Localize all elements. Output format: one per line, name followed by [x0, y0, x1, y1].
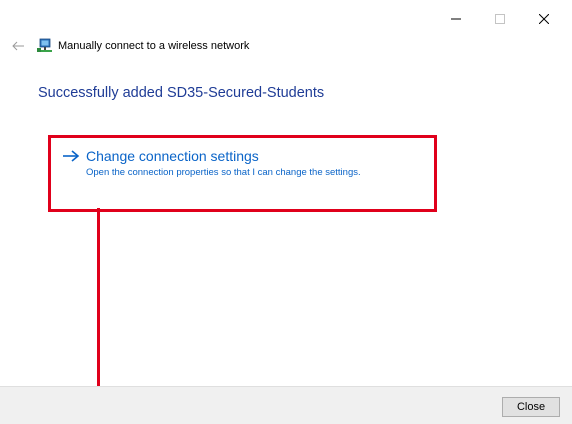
window-title: Manually connect to a wireless network	[58, 40, 250, 52]
footer-bar: Close	[0, 386, 572, 424]
right-arrow-icon	[63, 150, 80, 162]
back-arrow-icon	[12, 41, 24, 51]
maximize-icon	[495, 14, 505, 24]
header-row: Manually connect to a wireless network	[10, 36, 249, 56]
command-link-title-row: Change connection settings	[62, 148, 361, 164]
maximize-button	[478, 8, 522, 30]
dialog-window: Manually connect to a wireless network S…	[0, 0, 572, 424]
command-link-title: Change connection settings	[86, 148, 259, 164]
network-icon	[37, 38, 52, 52]
close-icon	[539, 14, 549, 24]
back-button[interactable]	[10, 38, 26, 54]
caption-buttons	[434, 8, 566, 30]
success-heading: Successfully added SD35-Secured-Students	[38, 85, 325, 101]
change-connection-settings-link[interactable]: Change connection settings Open the conn…	[62, 148, 361, 178]
minimize-icon	[451, 18, 461, 20]
minimize-button[interactable]	[434, 8, 478, 30]
close-window-button[interactable]	[522, 8, 566, 30]
command-link-description: Open the connection properties so that I…	[86, 167, 361, 178]
close-button[interactable]: Close	[502, 397, 560, 417]
